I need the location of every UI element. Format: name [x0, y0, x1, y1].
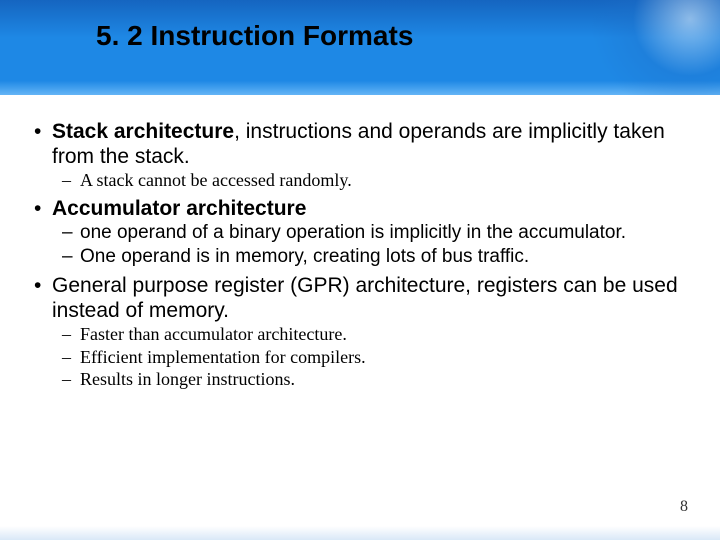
slide-title: 5. 2 Instruction Formats — [96, 20, 413, 52]
bullet-accumulator-sub2: – One operand is in memory, creating lot… — [58, 246, 690, 269]
page-number: 8 — [680, 498, 688, 516]
bullet-accumulator-arch: • Accumulator architecture — [30, 196, 690, 221]
bullet-gpr-arch: • General purpose register (GPR) archite… — [30, 273, 690, 323]
bullet-gpr-sub3: – Results in longer instructions. — [58, 369, 690, 391]
footer-gradient — [0, 526, 720, 540]
banner-graphic — [570, 0, 720, 95]
bullet-gpr-sub1: – Faster than accumulator architecture. — [58, 324, 690, 346]
bullet-stack-sub1: – A stack cannot be accessed randomly. — [58, 170, 690, 192]
title-banner: 5. 2 Instruction Formats — [0, 0, 720, 95]
bullet-stack-arch: • Stack architecture, instructions and o… — [30, 119, 690, 169]
bullet-stack-term: Stack architecture — [52, 120, 234, 143]
bullet-accumulator-sub1: – one operand of a binary operation is i… — [58, 222, 690, 245]
bullet-gpr-sub2: – Efficient implementation for compilers… — [58, 347, 690, 369]
bullet-accumulator-term: Accumulator architecture — [52, 196, 690, 221]
slide-body: • Stack architecture, instructions and o… — [0, 95, 720, 391]
